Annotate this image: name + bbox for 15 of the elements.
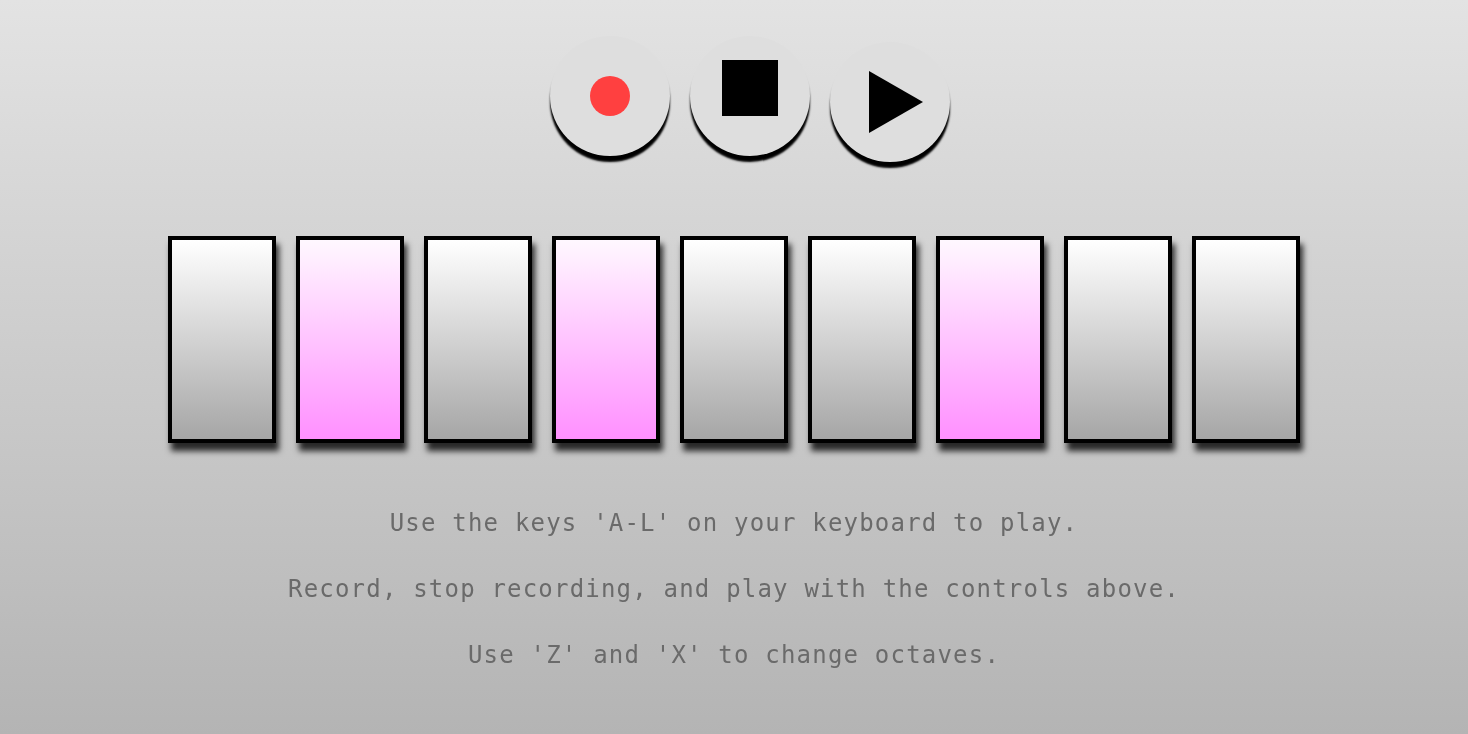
play-icon bbox=[869, 71, 923, 133]
instruction-text: Use the keys 'A-L' on your keyboard to play. bbox=[389, 509, 1079, 538]
piano-key[interactable] bbox=[168, 236, 276, 443]
piano-key[interactable] bbox=[552, 236, 660, 443]
piano-key[interactable] bbox=[680, 236, 788, 443]
instruction-text: Record, stop recording, and play with the controls above. bbox=[288, 575, 1180, 604]
piano-key[interactable] bbox=[1064, 236, 1172, 443]
piano-key[interactable] bbox=[1192, 236, 1300, 443]
piano-key[interactable] bbox=[424, 236, 532, 443]
piano-key[interactable] bbox=[936, 236, 1044, 443]
piano-key[interactable] bbox=[296, 236, 404, 443]
piano-key[interactable] bbox=[808, 236, 916, 443]
instruction-text: Use 'Z' and 'X' to change octaves. bbox=[467, 641, 1001, 670]
stop-icon bbox=[722, 60, 778, 116]
record-icon bbox=[589, 75, 631, 117]
